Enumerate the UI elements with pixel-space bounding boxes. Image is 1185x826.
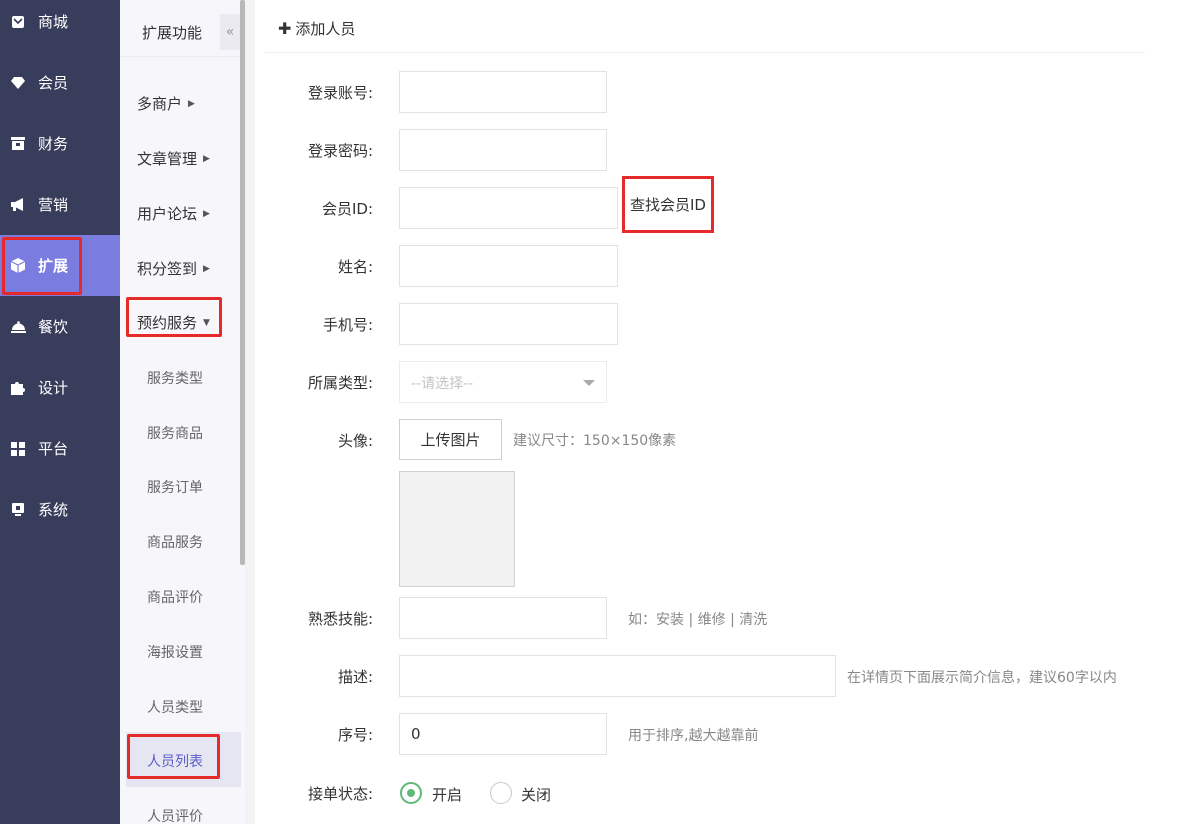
page-title: 添加人员 [295, 20, 356, 38]
name-input[interactable] [399, 245, 618, 287]
megaphone-icon [10, 197, 26, 213]
phone-input[interactable] [399, 303, 618, 345]
highlight-box [127, 734, 220, 779]
main-nav: 商城 会员 财务 营销 扩展 餐饮 设计 平台 系统 [0, 0, 120, 824]
type-select[interactable]: --请选择-- [399, 361, 607, 403]
status-on-radio[interactable] [400, 782, 422, 804]
status-off-radio[interactable] [490, 782, 512, 804]
account-label: 登录账号: [307, 84, 373, 102]
sidebar-group-articles[interactable]: 文章管理 ▶ [137, 148, 210, 169]
nav-item-finance[interactable]: 财务 [0, 113, 120, 174]
nav-item-system[interactable]: 系统 [0, 479, 120, 540]
monitor-icon [10, 502, 26, 518]
group-label: 用户论坛 [137, 205, 198, 223]
description-label: 描述: [337, 668, 373, 686]
password-label: 登录密码: [307, 142, 373, 160]
header-divider [265, 52, 1145, 53]
nav-item-mall[interactable]: 商城 [0, 0, 120, 52]
avatar-hint: 建议尺寸：150×150像素 [513, 433, 677, 449]
avatar-preview [399, 471, 515, 587]
caret-right-icon: ▶ [203, 153, 210, 164]
status-label: 接单状态: [307, 785, 373, 803]
collapse-icon[interactable]: « [220, 14, 240, 50]
skills-input[interactable] [399, 597, 607, 639]
group-label: 文章管理 [137, 150, 198, 168]
caret-right-icon: ▶ [203, 208, 210, 219]
sidebar-item-service-type[interactable]: 服务类型 [147, 368, 203, 388]
password-input[interactable] [399, 129, 607, 171]
caret-right-icon: ▶ [188, 98, 195, 109]
nav-label-platform: 平台 [38, 440, 69, 458]
order-value: 0 [411, 725, 421, 743]
nav-label-dining: 餐饮 [38, 318, 69, 336]
skills-label: 熟悉技能: [307, 610, 373, 628]
dish-icon [10, 319, 26, 335]
cash-icon [10, 136, 26, 152]
sidebar-item-staff-review[interactable]: 人员评价 [147, 806, 203, 826]
nav-item-extension[interactable]: 扩展 [0, 235, 120, 296]
diamond-icon [10, 75, 26, 91]
avatar-label: 头像: [337, 432, 373, 450]
skills-hint: 如：安装 | 维修 | 清洗 [628, 612, 768, 628]
sidebar-group-points-checkin[interactable]: 积分签到 ▶ [137, 258, 210, 279]
nav-label-member: 会员 [38, 74, 69, 92]
caret-right-icon: ▶ [203, 263, 210, 274]
nav-label-mall: 商城 [38, 13, 69, 31]
order-input[interactable]: 0 [399, 713, 607, 755]
sidebar-item-service-orders[interactable]: 服务订单 [147, 477, 203, 497]
highlight-box [126, 297, 222, 337]
highlight-box [2, 237, 82, 295]
add-staff-tab[interactable]: ✚ 添加人员 [278, 18, 355, 39]
group-label: 积分签到 [137, 260, 198, 278]
nav-item-platform[interactable]: 平台 [0, 418, 120, 479]
status-off-label[interactable]: 关闭 [521, 784, 551, 805]
member-id-input[interactable] [399, 187, 618, 229]
sidebar-group-multi-merchant[interactable]: 多商户 ▶ [137, 93, 195, 114]
type-select-placeholder: --请选择-- [411, 376, 474, 392]
order-label: 序号: [337, 726, 373, 744]
sidebar-group-forum[interactable]: 用户论坛 ▶ [137, 203, 210, 224]
gutter [245, 0, 255, 824]
nav-item-dining[interactable]: 餐饮 [0, 296, 120, 357]
type-label: 所属类型: [307, 374, 373, 392]
nav-item-marketing[interactable]: 营销 [0, 174, 120, 235]
nav-label-finance: 财务 [38, 135, 69, 153]
phone-label: 手机号: [322, 316, 373, 334]
group-label: 多商户 [137, 95, 183, 113]
sidebar-title: 扩展功能 [142, 24, 203, 42]
account-input[interactable] [399, 71, 607, 113]
order-hint: 用于排序,越大越靠前 [628, 728, 759, 744]
description-hint: 在详情页下面展示简介信息，建议60字以内 [847, 670, 1117, 686]
sidebar-item-poster-settings[interactable]: 海报设置 [147, 642, 203, 662]
sidebar-item-service-goods[interactable]: 服务商品 [147, 423, 203, 443]
sidebar-item-goods-review[interactable]: 商品评价 [147, 587, 203, 607]
secondary-sidebar: 扩展功能 « 多商户 ▶ 文章管理 ▶ 用户论坛 ▶ 积分签到 ▶ 预约服务 ▼ 服务类型… [120, 0, 245, 826]
nav-label-marketing: 营销 [38, 196, 69, 214]
sidebar-divider [120, 56, 240, 57]
envelope-icon [10, 14, 26, 30]
name-label: 姓名: [337, 258, 373, 276]
member-id-label: 会员ID: [321, 200, 373, 218]
nav-item-member[interactable]: 会员 [0, 52, 120, 113]
chevron-down-icon [583, 380, 595, 386]
puzzle-icon [10, 380, 26, 396]
find-member-id-button[interactable]: 查找会员ID [622, 176, 714, 233]
status-on-label[interactable]: 开启 [432, 784, 462, 805]
sidebar-item-staff-type[interactable]: 人员类型 [147, 697, 203, 717]
nav-item-design[interactable]: 设计 [0, 357, 120, 418]
nav-label-system: 系统 [38, 501, 69, 519]
nav-label-design: 设计 [38, 379, 69, 397]
description-input[interactable] [399, 655, 836, 697]
sidebar-item-goods-service[interactable]: 商品服务 [147, 532, 203, 552]
upload-image-button[interactable]: 上传图片 [399, 419, 502, 460]
grid-icon [10, 441, 26, 457]
main-content: ✚ 添加人员 登录账号: 登录密码: 会员ID: 查找会员ID 姓名: 手机号:… [255, 0, 1185, 824]
plus-icon: ✚ [278, 19, 292, 38]
